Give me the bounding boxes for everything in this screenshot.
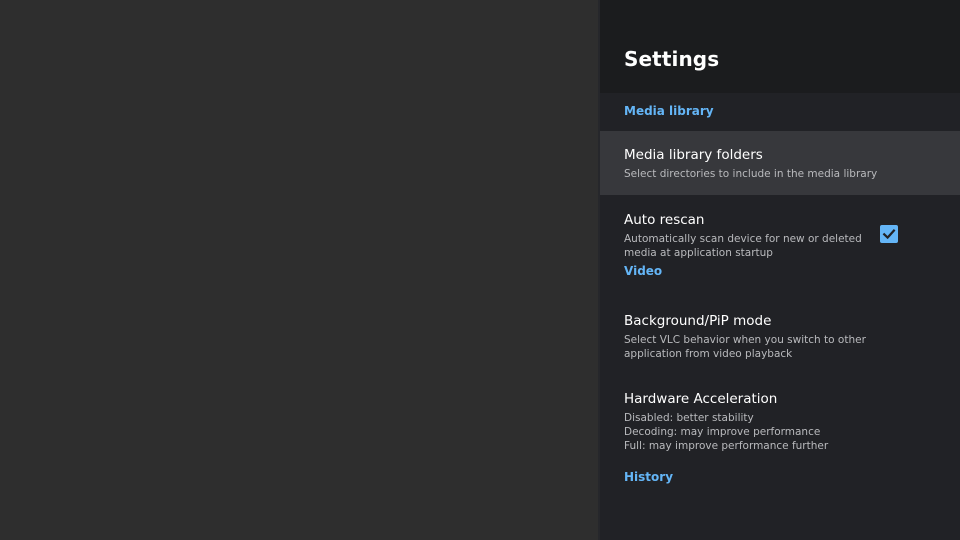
pref-auto-rescan[interactable]: Auto rescan Automatically scan device fo… [600,195,960,264]
pref-summary: Disabled: better stability Decoding: may… [624,412,829,452]
section-header-video: Video [624,264,663,278]
pref-summary: Select directories to include in the med… [624,168,878,180]
pref-background-pip-mode[interactable]: Background/PiP mode Select VLC behavior … [600,298,960,377]
section-header-history: History [624,470,674,484]
settings-panel: Settings Media library Media library fol… [598,0,960,540]
pref-summary: Automatically scan device for new or del… [624,233,862,259]
pref-title: Hardware Acceleration [624,391,778,407]
pref-title: Media library folders [624,147,763,163]
checkbox-checked-icon[interactable] [880,225,898,243]
pref-title: Background/PiP mode [624,313,772,329]
pref-hardware-acceleration[interactable]: Hardware Acceleration Disabled: better s… [600,377,960,464]
pref-summary: Select VLC behavior when you switch to o… [624,334,866,360]
pref-media-library-folders[interactable]: Media library folders Select directories… [600,131,960,195]
tv-screen: Settings Media library Media library fol… [0,0,960,540]
settings-header: Settings [600,0,960,93]
pref-title: Auto rescan [624,212,705,228]
section-header-media-library: Media library [624,104,714,118]
background-content [0,0,598,540]
page-title: Settings [624,47,720,71]
